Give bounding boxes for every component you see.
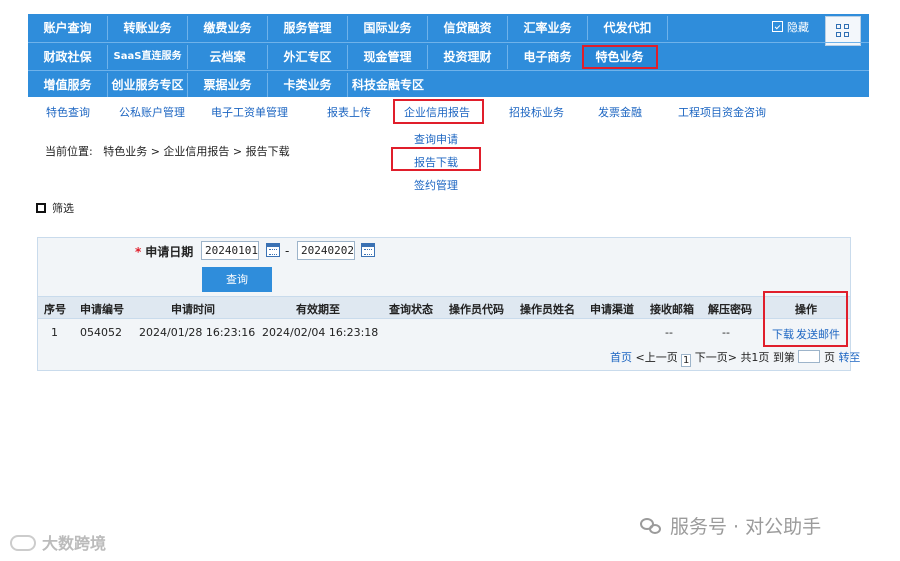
nav-item-credit[interactable]: 信贷融资 [428, 16, 508, 40]
cell-email: -- [665, 326, 673, 339]
nav-item-finance-social[interactable]: 财政社保 [28, 45, 108, 69]
nav-item-bills[interactable]: 票据业务 [188, 73, 268, 97]
watermark-right-text: 服务号 · 对公助手 [670, 516, 822, 538]
nav-item-investment[interactable]: 投资理财 [428, 45, 508, 69]
cell-valid-until: 2024/02/04 16:23:18 [262, 326, 379, 339]
nav-item-ecommerce[interactable]: 电子商务 [508, 45, 588, 69]
nav-item-special-business[interactable]: 特色业务 [582, 45, 658, 69]
calendar-icon[interactable] [361, 243, 375, 257]
th-channel: 申请渠道 [590, 303, 634, 316]
nav-row-2: 财政社保 SaaS直连服务 云档案 外汇专区 现金管理 投资理财 电子商务 特色… [28, 42, 869, 69]
brand-logo-icon [10, 535, 36, 551]
dropdown-item-sign-mgmt[interactable]: 签约管理 [414, 177, 458, 193]
wechat-icon [640, 518, 662, 536]
collapse-icon [772, 21, 783, 32]
subnav-item-account-mgmt[interactable]: 公私账户管理 [119, 104, 185, 120]
th-email: 接收邮箱 [650, 303, 694, 316]
nav-item-saas[interactable]: SaaS直连服务 [108, 45, 188, 69]
date-label: * 申请日期 [135, 243, 193, 260]
cell-index: 1 [51, 326, 58, 339]
nav-item-transfer[interactable]: 转账业务 [108, 16, 188, 40]
subnav-item-project-funds[interactable]: 工程项目资金咨询 [678, 104, 766, 120]
filter-toggle[interactable]: 筛选 [36, 200, 74, 216]
highlight-credit-report [393, 99, 484, 124]
nav-item-international[interactable]: 国际业务 [348, 16, 428, 40]
filter-label: 筛选 [52, 202, 74, 215]
query-button[interactable]: 查询 [202, 267, 272, 292]
nav-item-payroll[interactable]: 代发代扣 [588, 16, 668, 40]
hide-nav-button[interactable]: 隐藏 [772, 17, 809, 39]
pager-goto-suffix: 页 [823, 351, 835, 364]
highlight-report-download [391, 147, 481, 171]
subnav-item-special-query[interactable]: 特色查询 [46, 104, 90, 120]
calendar-icon[interactable] [266, 243, 280, 257]
breadcrumb-prefix: 当前位置: [45, 145, 93, 158]
download-link[interactable]: 下载 [772, 326, 794, 342]
nav-item-cards[interactable]: 卡类业务 [268, 73, 348, 97]
end-date-input[interactable]: 20240202 [297, 241, 355, 260]
nav-row-3: 增值服务 创业服务专区 票据业务 卡类业务 科技金融专区 [28, 70, 869, 97]
pager: 首页 <上一页 1 下一页> 共1页 到第 页 转至 [610, 349, 860, 367]
nav-item-value-added[interactable]: 增值服务 [28, 73, 108, 97]
dropdown-item-query-apply[interactable]: 查询申请 [414, 131, 458, 147]
date-separator: - [285, 244, 290, 258]
nav-item-cloud-archive[interactable]: 云档案 [188, 45, 268, 69]
nav-item-payment[interactable]: 缴费业务 [188, 16, 268, 40]
breadcrumb: 当前位置: 特色业务 > 企业信用报告 > 报告下载 [45, 143, 290, 159]
th-operator-name: 操作员姓名 [520, 303, 575, 316]
send-mail-link[interactable]: 发送邮件 [796, 326, 840, 342]
hide-label: 隐藏 [787, 21, 809, 34]
watermark-left: 大数跨境 [10, 530, 106, 554]
subnav-item-bidding[interactable]: 招投标业务 [509, 104, 564, 120]
th-index: 序号 [44, 303, 66, 316]
cell-app-no: 054052 [80, 326, 122, 339]
nav-item-startup[interactable]: 创业服务专区 [108, 73, 188, 97]
pager-total: 共1页 [740, 351, 770, 364]
subnav-item-report-upload[interactable]: 报表上传 [327, 104, 371, 120]
nav-item-exchange[interactable]: 汇率业务 [508, 16, 588, 40]
subnav-item-payslip[interactable]: 电子工资单管理 [211, 104, 288, 120]
pager-goto-prefix: 到第 [772, 351, 795, 364]
pager-first[interactable]: 首页 [610, 351, 632, 364]
th-query-status: 查询状态 [389, 303, 433, 316]
breadcrumb-path: 特色业务 > 企业信用报告 > 报告下载 [103, 145, 290, 158]
nav-item-cash-mgmt[interactable]: 现金管理 [348, 45, 428, 69]
th-operator-code: 操作员代码 [449, 303, 504, 316]
required-mark: * [135, 245, 142, 259]
pager-prev[interactable]: <上一页 [636, 351, 678, 364]
watermark-left-text: 大数跨境 [42, 534, 107, 553]
subnav-item-invoice-finance[interactable]: 发票金融 [598, 104, 642, 120]
filter-checkbox-icon [36, 203, 46, 213]
pager-next[interactable]: 下一页> [695, 351, 737, 364]
th-app-time: 申请时间 [171, 303, 215, 316]
th-password: 解压密码 [708, 303, 752, 316]
pager-goto-button[interactable]: 转至 [838, 351, 860, 364]
nav-item-account-query[interactable]: 账户查询 [28, 16, 108, 40]
pager-goto-input[interactable] [798, 350, 821, 363]
start-date-input[interactable]: 20240101 [201, 241, 259, 260]
th-app-no: 申请编号 [80, 303, 124, 316]
top-nav: 账户查询 转账业务 缴费业务 服务管理 国际业务 信贷融资 汇率业务 代发代扣 … [28, 14, 869, 97]
nav-item-tech-finance[interactable]: 科技金融专区 [348, 73, 428, 97]
nav-item-service-mgmt[interactable]: 服务管理 [268, 16, 348, 40]
cell-password: -- [722, 326, 730, 339]
nav-row-1: 账户查询 转账业务 缴费业务 服务管理 国际业务 信贷融资 汇率业务 代发代扣 … [28, 14, 869, 46]
nav-item-forex[interactable]: 外汇专区 [268, 45, 348, 69]
date-label-text: 申请日期 [145, 245, 194, 259]
watermark-right: 服务号 · 对公助手 [640, 512, 821, 539]
th-valid-until: 有效期至 [296, 303, 340, 316]
pager-current-page: 1 [681, 354, 692, 367]
cell-app-time: 2024/01/28 16:23:16 [139, 326, 256, 339]
